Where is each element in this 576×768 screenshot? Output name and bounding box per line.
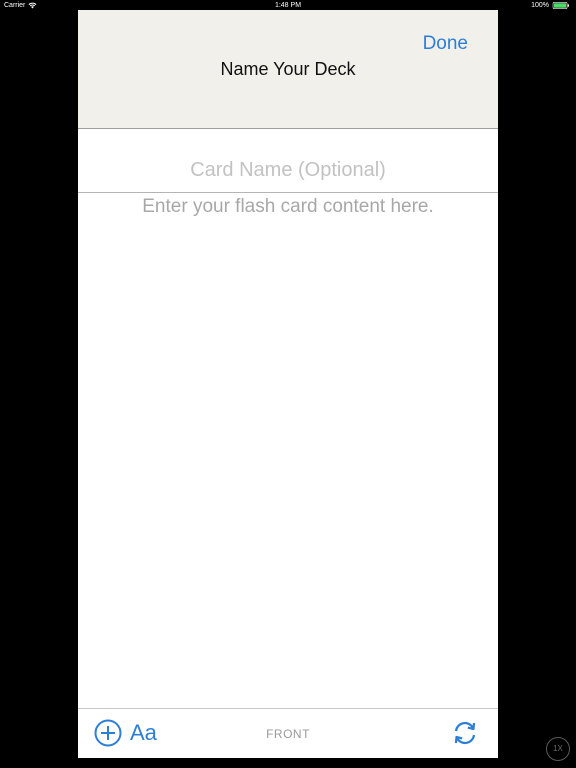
page-title: Name Your Deck [220, 59, 356, 79]
status-time: 1:48 PM [274, 2, 302, 9]
card-name-input[interactable] [78, 138, 498, 193]
sheet-header: Done Name Your Deck [78, 10, 498, 129]
zoom-badge[interactable]: 1X [546, 737, 570, 761]
card-side-label: FRONT [266, 727, 310, 741]
battery-group: 100% [531, 2, 570, 9]
card-content-input[interactable] [78, 194, 498, 707]
bottom-toolbar: Aa FRONT [78, 708, 498, 758]
flip-card-icon[interactable] [450, 718, 480, 748]
done-button[interactable]: Done [423, 33, 468, 55]
card-editor-sheet: Done Name Your Deck Aa FRONT [78, 10, 498, 758]
battery-icon [552, 2, 569, 9]
battery-percent: 100% [531, 2, 549, 9]
